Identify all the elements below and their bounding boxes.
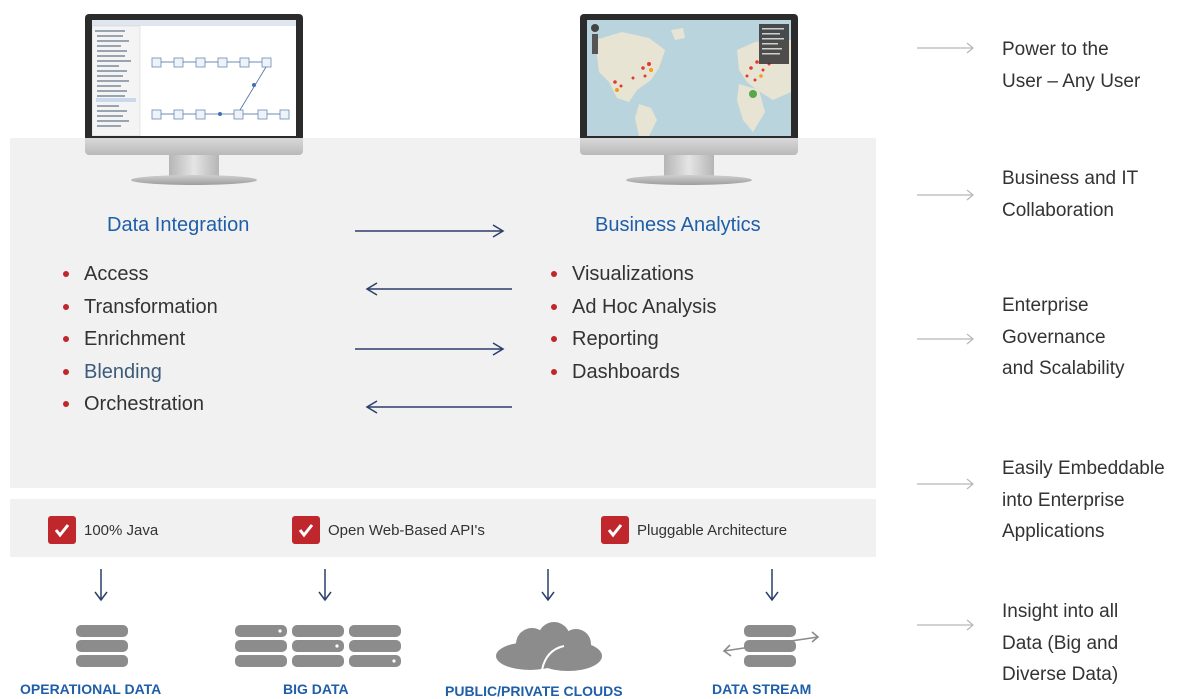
- arrow-right-icon: [917, 189, 974, 201]
- arrow-down-icon: [541, 569, 555, 602]
- list-item: Ad Hoc Analysis: [551, 291, 717, 324]
- checkmark-icon: [292, 516, 320, 544]
- benefit-governance: Enterprise Governance and Scalability: [1002, 295, 1125, 379]
- arrow-right-icon: [917, 478, 974, 490]
- bullet-icon: [551, 271, 557, 278]
- business-analytics-heading: Business Analytics: [595, 214, 761, 236]
- business-analytics-monitor: [580, 0, 798, 195]
- arrow-down-icon: [94, 569, 108, 602]
- data-integration-screenshot: [92, 20, 296, 136]
- arrow-left-icon: [365, 282, 512, 296]
- benefit-embeddable: Easily Embeddable into Enterprise Applic…: [1002, 458, 1165, 542]
- list-item: Blending: [63, 356, 218, 389]
- list-item: Enrichment: [63, 323, 218, 356]
- down-arrows: [94, 569, 779, 602]
- server-cluster-icon: [235, 625, 401, 667]
- feature-java: 100% Java: [48, 516, 158, 544]
- source-operational-data: OPERATIONAL DATA: [20, 681, 162, 697]
- arrow-right-icon: [917, 42, 974, 54]
- database-server-icon: [76, 625, 128, 667]
- bullet-icon: [551, 336, 557, 343]
- bullet-icon: [63, 368, 69, 375]
- source-data-stream: DATA STREAM: [712, 681, 812, 697]
- feature-pluggable: Pluggable Architecture: [601, 516, 787, 544]
- arrow-right-icon: [355, 224, 505, 238]
- bullet-icon: [63, 303, 69, 310]
- list-item: Reporting: [551, 323, 717, 356]
- feature-web-api: Open Web-Based API's: [292, 516, 485, 544]
- bullet-icon: [551, 303, 557, 310]
- exchange-arrows: [355, 224, 512, 414]
- cloud-icon: [496, 622, 602, 671]
- checkmark-icon: [601, 516, 629, 544]
- data-integration-heading: Data Integration: [107, 214, 250, 236]
- source-big-data: BIG DATA: [283, 681, 349, 697]
- list-item: Access: [63, 258, 218, 291]
- benefit-arrows: [917, 42, 974, 631]
- bullet-icon: [63, 336, 69, 343]
- bullet-icon: [551, 368, 557, 375]
- list-item: Orchestration: [63, 388, 218, 421]
- arrow-right-icon: [917, 333, 974, 345]
- bullet-icon: [63, 271, 69, 278]
- data-stream-icon: [722, 625, 820, 667]
- data-integration-list: Access Transformation Enrichment Blendin…: [63, 258, 218, 421]
- checkmark-icon: [48, 516, 76, 544]
- business-analytics-list: Visualizations Ad Hoc Analysis Reporting…: [551, 258, 717, 388]
- arrow-down-icon: [318, 569, 332, 602]
- list-item: Dashboards: [551, 356, 717, 389]
- arrow-right-icon: [917, 619, 974, 631]
- benefit-insight: Insight into all Data (Big and Diverse D…: [1002, 601, 1119, 685]
- benefit-power-to-user: Power to the User – Any User: [1002, 39, 1141, 92]
- benefit-collaboration: Business and IT Collaboration: [1002, 168, 1139, 221]
- list-item: Visualizations: [551, 258, 717, 291]
- analytics-map-screenshot: [587, 20, 791, 136]
- arrow-left-icon: [365, 400, 512, 414]
- bullet-icon: [63, 401, 69, 408]
- arrow-down-icon: [765, 569, 779, 602]
- data-integration-monitor: [85, 0, 303, 195]
- arrow-right-icon: [355, 342, 505, 356]
- list-item: Transformation: [63, 291, 218, 324]
